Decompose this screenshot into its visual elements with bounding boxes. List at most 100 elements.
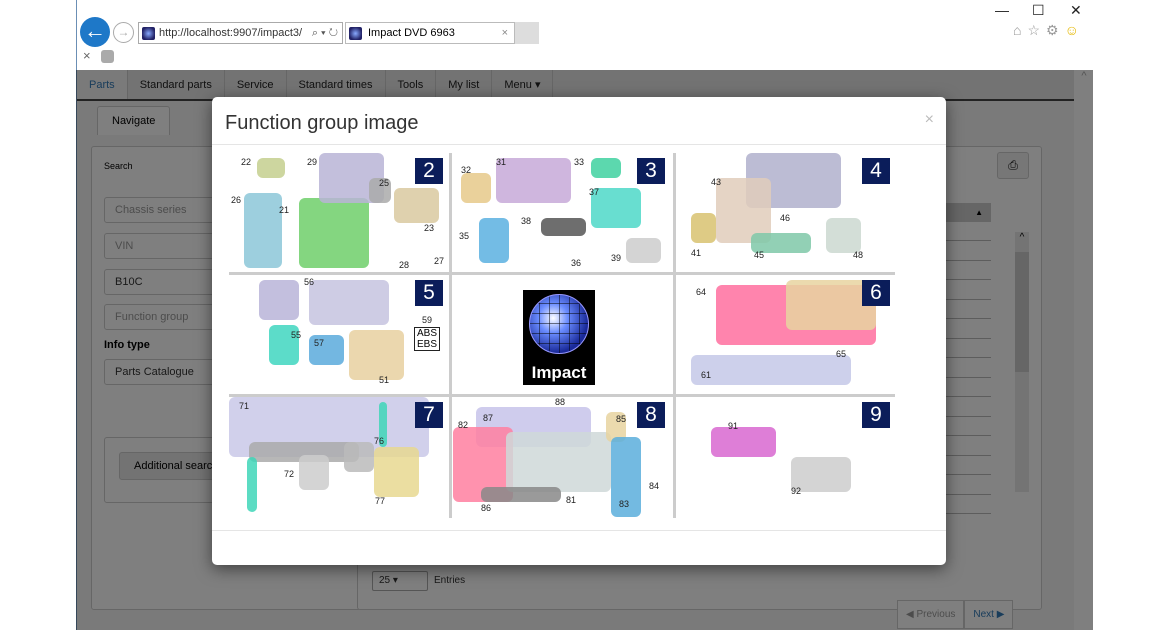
part-number-label[interactable]: 55 xyxy=(291,330,301,340)
part-number-label[interactable]: 61 xyxy=(701,370,711,380)
part-illustration xyxy=(244,193,282,268)
part-number-label[interactable]: 83 xyxy=(619,499,629,509)
part-number-label[interactable]: 36 xyxy=(571,258,581,268)
part-number-label[interactable]: 32 xyxy=(461,165,471,175)
function-group-cell[interactable]: 3 31 33 32 37 38 35 36 39 xyxy=(451,153,671,272)
function-group-cell[interactable]: 6 64 65 61 xyxy=(676,275,896,394)
part-illustration xyxy=(691,213,716,243)
part-number-label[interactable]: 33 xyxy=(574,157,584,167)
toolbar-icons[interactable]: ⌂☆⚙☺ xyxy=(1013,22,1085,39)
part-number-label[interactable]: 46 xyxy=(780,213,790,223)
search-refresh-icons[interactable]: ⌕ ▾ ↻ xyxy=(308,23,338,43)
part-number-label[interactable]: 21 xyxy=(279,205,289,215)
part-number-label[interactable]: 92 xyxy=(791,486,801,496)
part-number-label[interactable]: 56 xyxy=(304,277,314,287)
abs-text: ABS xyxy=(417,328,438,339)
part-number-label[interactable]: 45 xyxy=(754,250,764,260)
part-number-label[interactable]: 57 xyxy=(314,338,324,348)
grid-divider xyxy=(229,394,895,397)
impact-logo-cell[interactable]: Impact xyxy=(451,275,671,394)
minimize-button[interactable]: — xyxy=(995,2,1009,18)
part-number-label[interactable]: 65 xyxy=(836,349,846,359)
function-group-modal: Function group image × 2 22 29 26 21 25 23 28 27… xyxy=(212,97,946,565)
grid-divider xyxy=(229,272,895,275)
part-number-label[interactable]: 71 xyxy=(239,401,249,411)
part-number-label[interactable]: 88 xyxy=(555,397,565,407)
home-icon[interactable]: ⌂ xyxy=(1013,22,1027,38)
part-number-label[interactable]: 25 xyxy=(379,178,389,188)
part-number-label[interactable]: 59 xyxy=(422,315,432,325)
part-illustration xyxy=(299,198,369,268)
back-button[interactable]: ← xyxy=(80,17,110,47)
part-number-label[interactable]: 43 xyxy=(711,177,721,187)
part-illustration xyxy=(541,218,586,236)
part-number-label[interactable]: 81 xyxy=(566,495,576,505)
part-illustration xyxy=(481,487,561,502)
modal-close-button[interactable]: × xyxy=(925,111,934,129)
part-number-label[interactable]: 84 xyxy=(649,481,659,491)
part-number-label[interactable]: 22 xyxy=(241,157,251,167)
maximize-button[interactable]: ☐ xyxy=(1032,2,1045,19)
part-number-label[interactable]: 76 xyxy=(374,436,384,446)
part-number-label[interactable]: 37 xyxy=(589,187,599,197)
group-number-badge: 9 xyxy=(862,402,890,428)
globe-icon xyxy=(529,294,589,354)
browser-tab[interactable]: Impact DVD 6963 × xyxy=(345,22,515,44)
part-illustration xyxy=(461,173,491,203)
function-group-cell[interactable]: 7 71 76 72 77 xyxy=(229,397,449,516)
part-number-label[interactable]: 31 xyxy=(496,157,506,167)
part-number-label[interactable]: 38 xyxy=(521,216,531,226)
part-number-label[interactable]: 28 xyxy=(399,260,409,270)
part-number-label[interactable]: 48 xyxy=(853,250,863,260)
part-number-label[interactable]: 51 xyxy=(379,375,389,385)
function-group-cell[interactable]: 2 22 29 26 21 25 23 28 27 xyxy=(229,153,449,272)
part-number-label[interactable]: 64 xyxy=(696,287,706,297)
part-number-label[interactable]: 29 xyxy=(307,157,317,167)
close-icon[interactable]: × xyxy=(83,48,91,63)
function-group-grid: 2 22 29 26 21 25 23 28 27 3 31 33 32 37 38 35 36 39 4 43 46 4… xyxy=(229,153,896,518)
ebs-text: EBS xyxy=(417,339,438,350)
part-number-label[interactable]: 26 xyxy=(231,195,241,205)
part-number-label[interactable]: 86 xyxy=(481,503,491,513)
extension-icon[interactable] xyxy=(100,50,114,64)
part-illustration xyxy=(711,427,776,457)
part-number-label[interactable]: 91 xyxy=(728,421,738,431)
part-number-label[interactable]: 39 xyxy=(611,253,621,263)
smiley-icon[interactable]: ☺ xyxy=(1065,22,1085,38)
grid-divider xyxy=(673,153,676,518)
part-number-label[interactable]: 41 xyxy=(691,248,701,258)
part-number-label[interactable]: 27 xyxy=(434,256,444,266)
star-icon[interactable]: ☆ xyxy=(1027,22,1046,38)
forward-button[interactable]: → xyxy=(113,22,134,43)
gear-icon[interactable]: ⚙ xyxy=(1046,22,1065,38)
new-tab-button[interactable] xyxy=(515,22,539,44)
function-group-cell[interactable]: 8 88 87 85 82 81 84 86 83 xyxy=(451,397,671,517)
group-number-badge: 7 xyxy=(415,402,443,428)
logo-text: Impact xyxy=(531,363,587,382)
group-number-badge: 2 xyxy=(415,158,443,184)
part-illustration xyxy=(349,330,404,380)
part-illustration xyxy=(826,218,861,253)
function-group-cell[interactable]: 9 91 92 xyxy=(676,397,896,516)
toolbar-row: × xyxy=(83,48,114,64)
group-number-badge: 3 xyxy=(637,158,665,184)
address-bar[interactable]: http://localhost:9907/impact3/ ⌕ ▾ ↻ xyxy=(138,22,343,44)
group-number-badge: 6 xyxy=(862,280,890,306)
function-group-cell[interactable]: 4 43 46 41 45 48 xyxy=(676,153,896,272)
part-number-label[interactable]: 77 xyxy=(375,496,385,506)
impact-logo: Impact xyxy=(523,290,595,385)
function-group-cell[interactable]: 5 56 55 57 59 51 ABS EBS xyxy=(229,275,449,394)
part-illustration xyxy=(344,442,374,472)
part-number-label[interactable]: 35 xyxy=(459,231,469,241)
part-number-label[interactable]: 85 xyxy=(616,414,626,424)
part-number-label[interactable]: 23 xyxy=(424,223,434,233)
close-window-button[interactable]: ✕ xyxy=(1070,2,1082,19)
close-tab-icon[interactable]: × xyxy=(502,23,508,43)
part-number-label[interactable]: 87 xyxy=(483,413,493,423)
part-number-label[interactable]: 82 xyxy=(458,420,468,430)
group-number-badge: 8 xyxy=(637,402,665,428)
group-number-badge: 5 xyxy=(415,280,443,306)
part-illustration xyxy=(479,218,509,263)
part-number-label[interactable]: 72 xyxy=(284,469,294,479)
part-illustration xyxy=(309,280,389,325)
